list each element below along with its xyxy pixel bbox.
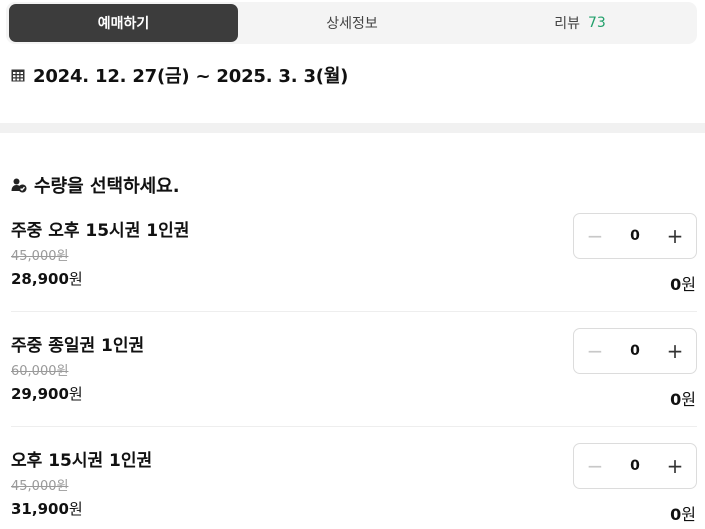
minus-icon[interactable]: −: [585, 226, 605, 246]
ticket-name: 주중 오후 15시권 1인권: [11, 221, 190, 241]
ticket-price: 29,900원: [11, 383, 83, 404]
ticket-price-unit: 원: [68, 385, 83, 403]
tab-details-label: 상세정보: [326, 16, 378, 32]
ticket-total-amount: 0: [670, 275, 682, 294]
ticket-price-amount: 31,900: [11, 500, 69, 518]
plus-icon[interactable]: +: [665, 456, 685, 476]
ticket-price-unit: 원: [68, 270, 83, 288]
tab-details[interactable]: 상세정보: [238, 4, 466, 42]
tab-reviews[interactable]: 리뷰 73: [466, 4, 694, 42]
quantity-stepper: − 0 +: [573, 443, 697, 489]
ticket-total-unit: 원: [681, 390, 696, 409]
ticket-price-amount: 29,900: [11, 385, 69, 403]
ticket-name: 오후 15시권 1인권: [11, 451, 153, 471]
quantity-stepper: − 0 +: [573, 213, 697, 259]
quantity-value: 0: [630, 458, 640, 474]
quantity-value: 0: [630, 228, 640, 244]
section-divider: [0, 123, 705, 133]
ticket-name: 주중 종일권 1인권: [11, 336, 145, 356]
ticket-total-amount: 0: [670, 505, 682, 524]
ticket-total-unit: 원: [681, 275, 696, 294]
ticket-original-price: 60,000원: [11, 364, 69, 379]
quantity-section-title: 수량을 선택하세요.: [11, 172, 180, 198]
review-count: 73: [587, 15, 606, 31]
tab-reviews-label: 리뷰: [554, 16, 580, 32]
ticket-total: 0원: [670, 501, 696, 525]
tab-booking[interactable]: 예매하기: [9, 4, 238, 42]
item-divider: [11, 426, 697, 427]
ticket-price: 28,900원: [11, 268, 83, 289]
date-range: 2024. 12. 27(금) ~ 2025. 3. 3(월): [11, 62, 348, 88]
ticket-total: 0원: [670, 386, 696, 410]
ticket-total: 0원: [670, 271, 696, 295]
minus-icon[interactable]: −: [585, 456, 605, 476]
ticket-original-price: 45,000원: [11, 249, 69, 264]
minus-icon[interactable]: −: [585, 341, 605, 361]
date-range-text: 2024. 12. 27(금) ~ 2025. 3. 3(월): [33, 66, 349, 87]
plus-icon[interactable]: +: [665, 226, 685, 246]
ticket-price: 31,900원: [11, 498, 83, 519]
calendar-icon: [11, 69, 25, 82]
plus-icon[interactable]: +: [665, 341, 685, 361]
item-divider: [11, 311, 697, 312]
tab-bar: 예매하기 상세정보 리뷰 73: [6, 2, 697, 44]
ticket-total-unit: 원: [681, 505, 696, 524]
ticket-price-unit: 원: [68, 500, 83, 518]
tab-booking-label: 예매하기: [97, 16, 150, 32]
quantity-section-title-text: 수량을 선택하세요.: [34, 176, 180, 197]
quantity-value: 0: [630, 343, 640, 359]
person-check-icon: [11, 178, 27, 193]
ticket-price-amount: 28,900: [11, 270, 69, 288]
quantity-stepper: − 0 +: [573, 328, 697, 374]
ticket-original-price: 45,000원: [11, 479, 69, 494]
ticket-total-amount: 0: [670, 390, 682, 409]
